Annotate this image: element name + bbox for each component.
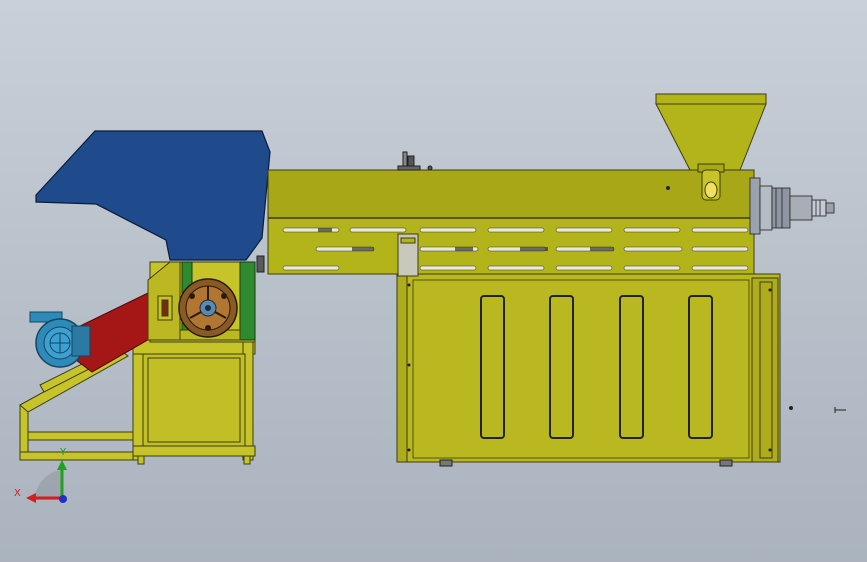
die-head [749,177,835,235]
barrel-housing [267,169,755,277]
y-axis-label: Y [59,447,67,458]
flywheel [178,278,238,338]
extruder-base [396,273,781,467]
crusher-unit [19,130,271,465]
z-axis-dot [59,495,67,503]
extruder-unit [267,93,846,467]
machine-drawing: Y X [14,93,846,503]
x-axis-label: X [14,488,21,499]
cad-viewport[interactable]: Y X [0,0,867,562]
crusher-hopper [35,130,271,261]
